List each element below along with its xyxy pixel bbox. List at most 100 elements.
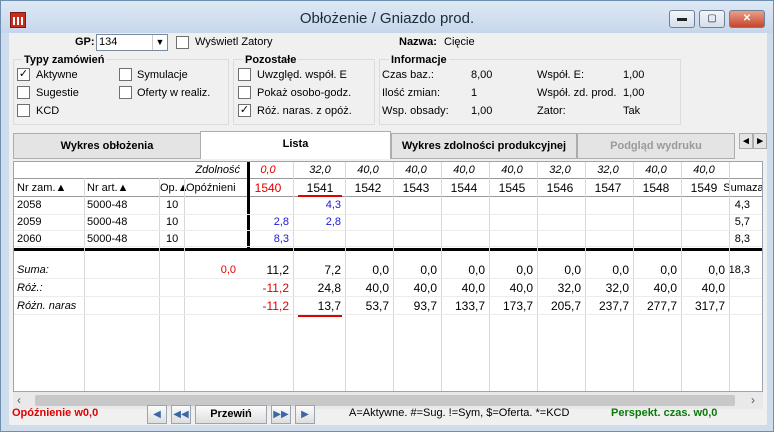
scroll-left-icon[interactable]: ‹ bbox=[17, 393, 21, 407]
close-button[interactable]: ✕ bbox=[729, 10, 765, 28]
tab-load-chart[interactable]: Wykres obłożenia bbox=[13, 133, 201, 159]
coef-e-label: Współ. E: bbox=[537, 69, 585, 81]
order-number[interactable]: 2060 bbox=[17, 231, 83, 247]
roznaras-value: 173,7 bbox=[502, 299, 533, 313]
capacity-value: 40,0 bbox=[693, 164, 715, 176]
week-header[interactable]: 1544 bbox=[440, 180, 488, 196]
kcd-checkbox[interactable] bbox=[17, 104, 30, 117]
rewind-button[interactable]: ◀◀ bbox=[171, 405, 191, 424]
scroll-right-icon[interactable]: › bbox=[751, 393, 755, 407]
week-header[interactable]: 1541 bbox=[296, 180, 344, 196]
load-grid[interactable]: Zdolność Nr zam.▲ Nr art.▲ Op.▲ Opóźnien… bbox=[13, 161, 763, 392]
scrollbar-thumb[interactable] bbox=[35, 395, 735, 406]
load-value[interactable]: 8,3 bbox=[244, 231, 289, 247]
coef-e-value: 1,00 bbox=[623, 69, 645, 81]
offers-checkbox[interactable] bbox=[119, 86, 132, 99]
show-blocks-checkbox[interactable] bbox=[176, 36, 189, 49]
suggestions-checkbox[interactable] bbox=[17, 86, 30, 99]
capacity-value: 40,0 bbox=[645, 164, 667, 176]
operation-number[interactable]: 10 bbox=[166, 214, 184, 230]
week-header[interactable]: 1546 bbox=[536, 180, 584, 196]
last-button[interactable]: ▶ bbox=[295, 405, 315, 424]
scroll-button[interactable]: Przewiń bbox=[195, 405, 267, 424]
roznaras-value: 237,7 bbox=[598, 299, 629, 313]
order-number[interactable]: 2058 bbox=[17, 197, 83, 213]
load-value[interactable]: 4,3 bbox=[296, 197, 341, 213]
window-title: Obłożenie / Gniazdo prod. bbox=[299, 10, 475, 27]
load-value[interactable]: 2,8 bbox=[244, 214, 289, 230]
tab-next-button[interactable]: ▸ bbox=[753, 133, 767, 149]
chevron-down-icon[interactable]: ▼ bbox=[152, 35, 167, 50]
suma-value: 0,0 bbox=[516, 263, 533, 277]
capacity-value: 0,0 bbox=[260, 164, 276, 176]
article-number[interactable]: 5000-48 bbox=[87, 214, 157, 230]
suma-value: 0,0 bbox=[612, 263, 629, 277]
name-label: Nazwa: bbox=[399, 36, 437, 48]
week-header[interactable]: 1542 bbox=[344, 180, 392, 196]
order-types-title: Typy zamówień bbox=[22, 54, 107, 66]
cum-diff-checkbox[interactable]: ✓ bbox=[238, 104, 251, 117]
tab-capacity-chart[interactable]: Wykres zdolności produkcyjnej bbox=[391, 133, 577, 159]
capacity-value: 32,0 bbox=[597, 164, 619, 176]
first-button[interactable]: ◀ bbox=[147, 405, 167, 424]
include-coef-label: Uwzględ. współ. E bbox=[257, 69, 347, 81]
capacity-value: 40,0 bbox=[357, 164, 379, 176]
tab-prev-button[interactable]: ◂ bbox=[739, 133, 753, 149]
roz-value: -11,2 bbox=[262, 281, 289, 295]
article-number[interactable]: 5000-48 bbox=[87, 197, 157, 213]
delay-status: Opóźnienie w0,0 bbox=[12, 407, 99, 419]
load-value[interactable]: 2,8 bbox=[296, 214, 341, 230]
row-sum: 8,3 bbox=[734, 233, 750, 245]
header-delay[interactable]: Opóźnieni bbox=[186, 180, 240, 196]
article-number[interactable]: 5000-48 bbox=[87, 231, 157, 247]
order-number[interactable]: 2059 bbox=[17, 214, 83, 230]
roz-value: 32,0 bbox=[557, 281, 581, 295]
week-header[interactable]: 1547 bbox=[584, 180, 632, 196]
operation-number[interactable]: 10 bbox=[166, 231, 184, 247]
cum-diff-label: Róż. naras. z opóż. bbox=[257, 105, 352, 117]
others-title: Pozostałe bbox=[243, 54, 299, 66]
col-divider bbox=[293, 162, 294, 391]
include-coef-checkbox[interactable] bbox=[238, 68, 251, 81]
roznaras-value: 93,7 bbox=[413, 299, 437, 313]
main-window: Obłożenie / Gniazdo prod. ▬ ▢ ✕ GP: 134 … bbox=[0, 0, 774, 432]
minimize-button[interactable]: ▬ bbox=[669, 10, 695, 28]
week-header[interactable]: 1549 bbox=[680, 180, 728, 196]
tab-print-preview[interactable]: Podgląd wydruku bbox=[577, 133, 735, 159]
roznaras-label: Różn. naras bbox=[17, 300, 77, 312]
gp-select[interactable]: 134 ▼ bbox=[96, 34, 168, 51]
col-divider bbox=[184, 178, 185, 391]
header-order[interactable]: Nr zam.▲ bbox=[17, 180, 85, 196]
roznaras-value: 133,7 bbox=[454, 299, 485, 313]
cum-marker bbox=[298, 315, 342, 317]
info-title: Informacje bbox=[389, 54, 449, 66]
gp-value: 134 bbox=[99, 36, 118, 48]
tab-list[interactable]: Lista bbox=[200, 131, 391, 159]
week-header[interactable]: 1543 bbox=[392, 180, 440, 196]
active-checkbox[interactable]: ✓ bbox=[17, 68, 30, 81]
roz-value: 40,0 bbox=[701, 281, 725, 295]
roznaras-value: 13,7 bbox=[317, 299, 341, 313]
shifts-value: 1 bbox=[471, 87, 478, 99]
maximize-button[interactable]: ▢ bbox=[699, 10, 725, 28]
week-header[interactable]: 1545 bbox=[488, 180, 536, 196]
capacity-value: 32,0 bbox=[309, 164, 331, 176]
base-time-value: 8,00 bbox=[471, 69, 493, 81]
simulation-checkbox[interactable] bbox=[119, 68, 132, 81]
suma-value: 0,0 bbox=[708, 263, 725, 277]
person-hours-checkbox[interactable] bbox=[238, 86, 251, 99]
week-header[interactable]: 1548 bbox=[632, 180, 680, 196]
capacity-header: Zdolność bbox=[195, 164, 240, 176]
forward-button[interactable]: ▶▶ bbox=[271, 405, 291, 424]
total-separator bbox=[14, 248, 762, 251]
roz-value: 40,0 bbox=[413, 281, 437, 295]
header-article[interactable]: Nr art.▲ bbox=[87, 180, 159, 196]
person-hours-label: Pokaż osobo-godz. bbox=[257, 87, 352, 99]
header-extra[interactable]: zas bbox=[752, 180, 762, 196]
title-bar: Obłożenie / Gniazdo prod. ▬ ▢ ✕ bbox=[1, 1, 773, 33]
operation-number[interactable]: 10 bbox=[166, 197, 184, 213]
roznaras-value: 277,7 bbox=[646, 299, 677, 313]
staff-coef-value: 1,00 bbox=[471, 105, 493, 117]
capacity-value: 32,0 bbox=[549, 164, 571, 176]
week-header[interactable]: 1540 bbox=[244, 180, 292, 196]
